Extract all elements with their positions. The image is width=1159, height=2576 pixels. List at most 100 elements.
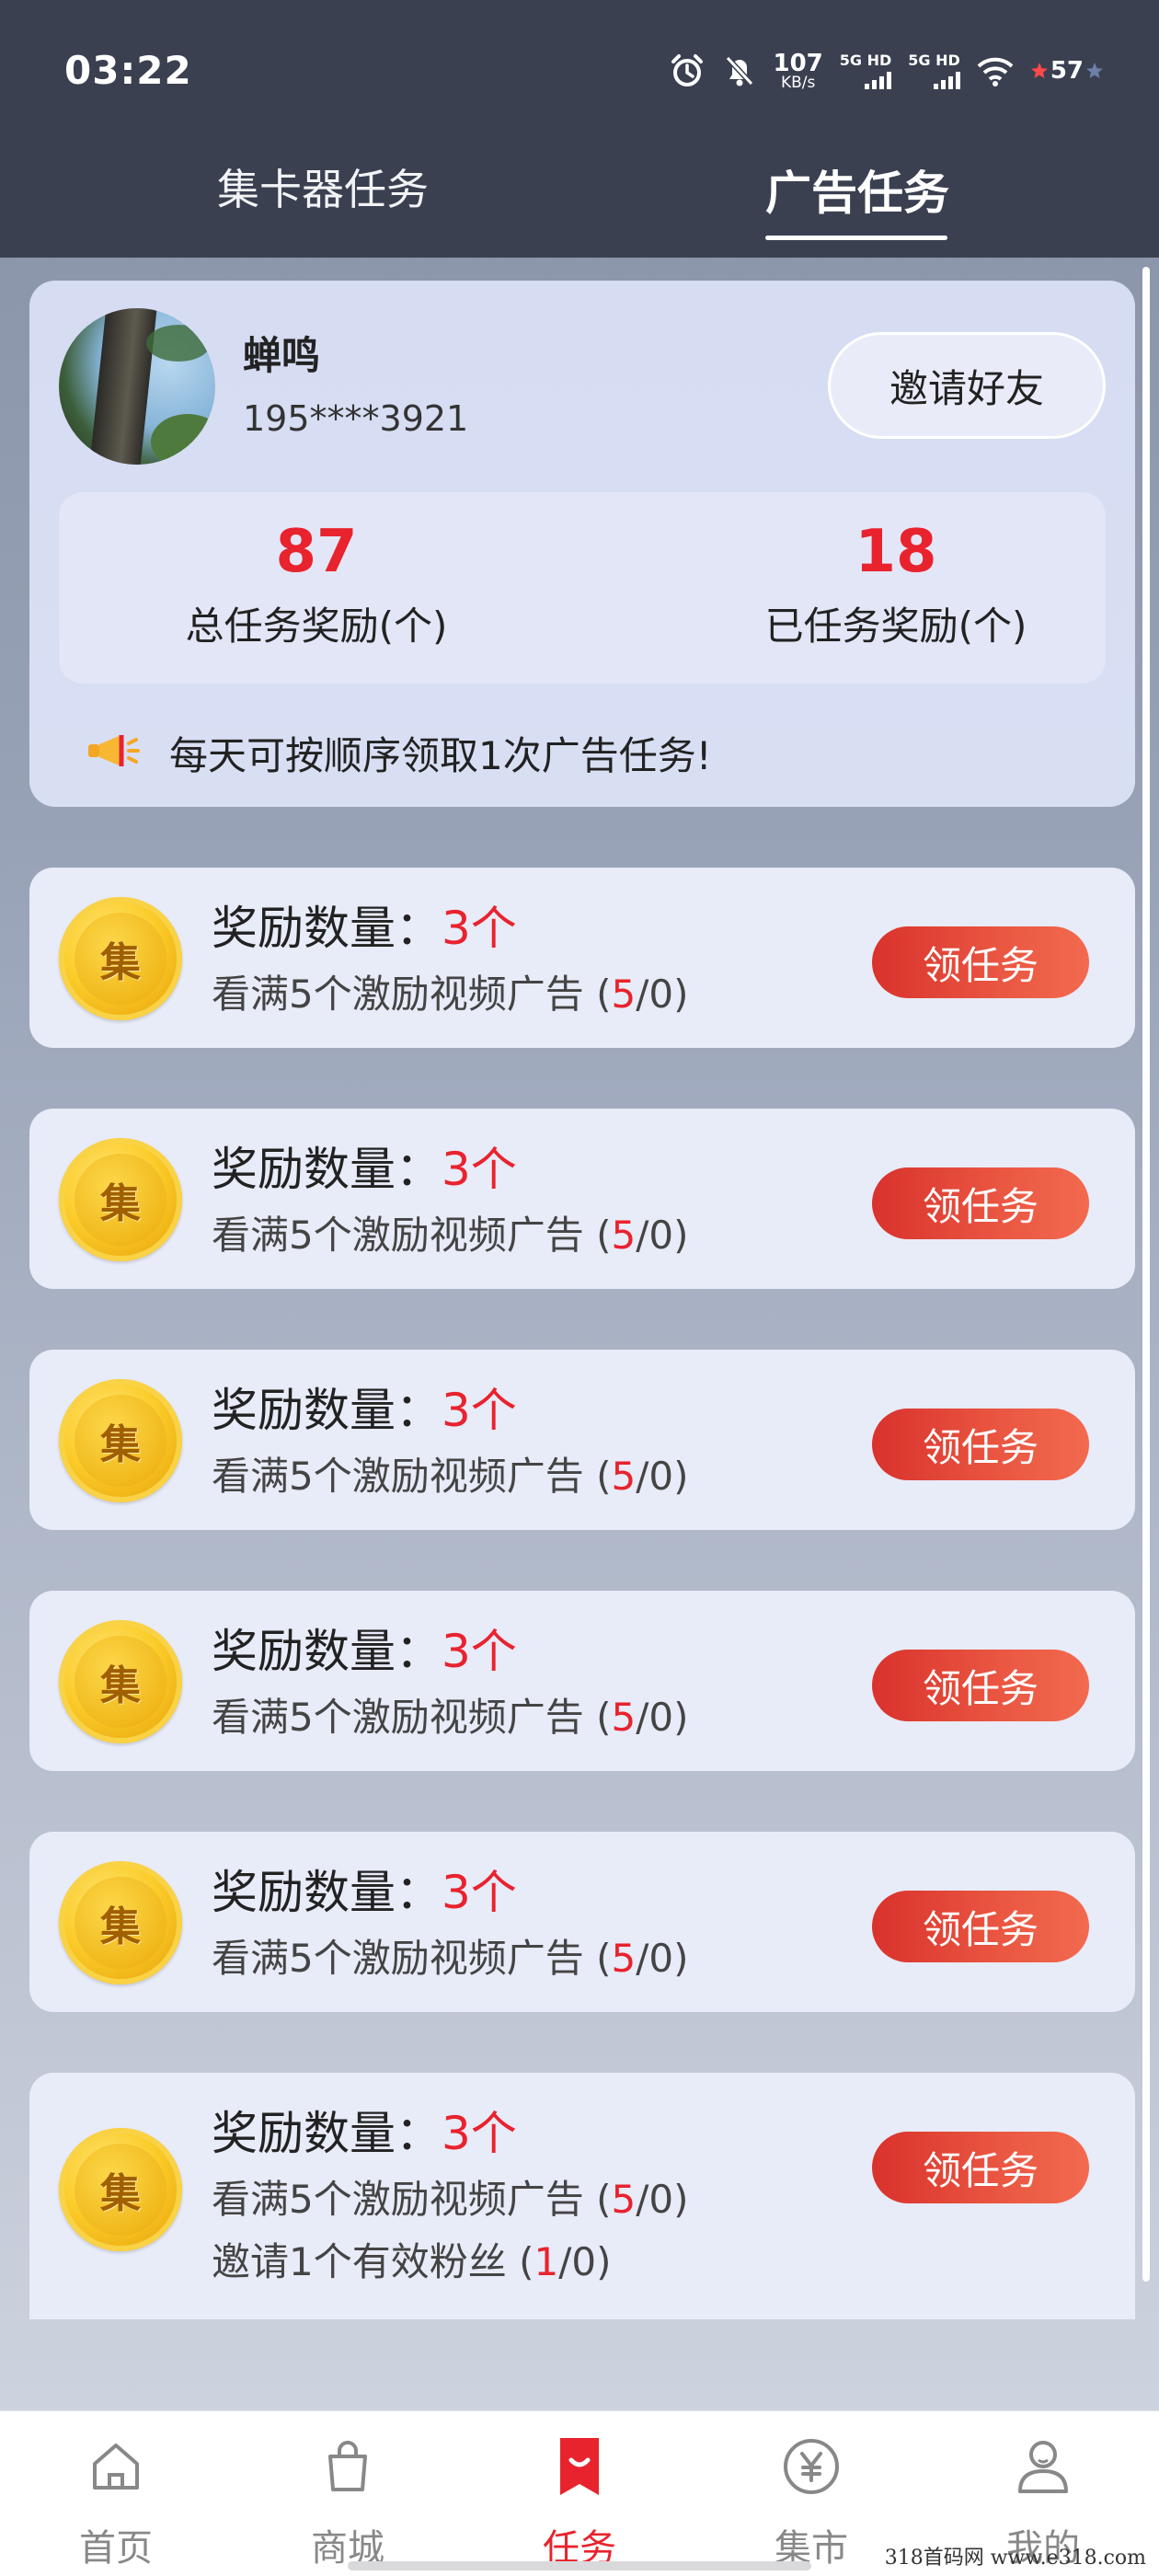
task-requirement: 看满5个激励视频广告 (5/0) (212, 2168, 688, 2225)
task-reward-amount: 3个 (442, 902, 517, 955)
task-requirement-prefix: 看满5个激励视频广告 ( (212, 1454, 612, 1499)
claim-task-button[interactable]: 领任务 (872, 1650, 1089, 1721)
shopping-bag-icon (274, 2430, 421, 2503)
home-indicator[interactable] (348, 2561, 811, 2570)
task-progress-count: 5 (611, 1936, 637, 1981)
scrollbar[interactable] (1142, 267, 1150, 2282)
home-icon (42, 2430, 189, 2503)
task-bookmark-icon (506, 2430, 653, 2503)
task-reward-prefix: 奖励数量： (212, 1143, 442, 1196)
status-time: 03:22 (64, 48, 192, 93)
coin-character: 集 (75, 1636, 166, 1728)
claim-task-button[interactable]: 领任务 (872, 2132, 1089, 2203)
user-phone: 195****3921 (243, 398, 469, 439)
task-card: 集奖励数量：3个 看满5个激励视频广告 (5/0) 领任务 (29, 1350, 1135, 1530)
task-requirement-2-suffix: /0) (558, 2239, 612, 2284)
coin-character: 集 (75, 913, 166, 1005)
task-reward-title: 奖励数量：3个 (212, 1856, 517, 1922)
net-speed: 107 KB/s (774, 52, 823, 91)
alarm-icon (669, 52, 706, 89)
nav-mall[interactable]: 商城 (274, 2430, 421, 2576)
task-reward-amount: 3个 (442, 1625, 517, 1678)
yen-coin-icon (738, 2430, 885, 2503)
done-reward-value: 18 (855, 518, 937, 586)
task-reward-prefix: 奖励数量： (212, 1866, 442, 1919)
task-requirement-2: 邀请1个有效粉丝 (1/0) (212, 2231, 611, 2287)
task-requirement: 看满5个激励视频广告 (5/0) (212, 1686, 688, 1742)
avatar[interactable] (59, 308, 215, 465)
done-reward-label: 已任务奖励(个) (764, 604, 1027, 650)
task-card: 集奖励数量：3个 看满5个激励视频广告 (5/0) 领任务 (29, 868, 1135, 1048)
mute-bell-icon (722, 52, 757, 89)
task-progress-suffix: /0) (636, 972, 689, 1017)
task-reward-amount: 3个 (442, 1143, 517, 1196)
task-reward-prefix: 奖励数量： (212, 1625, 442, 1678)
avatar-tree-trunk (87, 308, 158, 465)
task-reward-amount: 3个 (442, 1866, 517, 1919)
task-requirement-prefix: 看满5个激励视频广告 ( (212, 2177, 612, 2222)
tab-ad-tasks[interactable]: 广告任务 (765, 156, 949, 223)
total-reward-stat: 87 总任务奖励(个) (123, 520, 510, 651)
task-progress-suffix: /0) (636, 1936, 689, 1981)
task-requirement-prefix: 看满5个激励视频广告 ( (212, 1213, 612, 1258)
task-reward-prefix: 奖励数量： (212, 1384, 442, 1437)
collect-coin-icon: 集 (59, 2128, 182, 2251)
task-reward-prefix: 奖励数量： (212, 2107, 442, 2160)
status-icons: 107 KB/s 5G HD 5G HD 57 (669, 48, 1105, 94)
task-reward-title: 奖励数量：3个 (212, 1615, 517, 1681)
net-speed-value: 107 (773, 49, 823, 77)
user-icon (970, 2430, 1117, 2503)
task-requirement: 看满5个激励视频广告 (5/0) (212, 1927, 688, 1984)
task-requirement: 看满5个激励视频广告 (5/0) (212, 1445, 688, 1501)
wifi-icon (977, 55, 1014, 86)
tab-card-collector-tasks[interactable]: 集卡器任务 (217, 156, 429, 217)
nav-tasks[interactable]: 任务 (506, 2430, 653, 2576)
user-nickname: 蝉鸣 (243, 333, 321, 378)
notice-text: 每天可按顺序领取1次广告任务! (169, 732, 712, 778)
task-card: 集奖励数量：3个看满5个激励视频广告 (5/0) 领任务 (29, 1109, 1135, 1289)
collect-coin-icon: 集 (59, 897, 182, 1020)
nav-home[interactable]: 首页 (42, 2430, 189, 2576)
task-reward-prefix: 奖励数量： (212, 902, 442, 955)
claim-task-button[interactable]: 领任务 (872, 1409, 1089, 1480)
signal-bars-icon (865, 71, 892, 89)
task-progress-suffix: /0) (636, 2177, 689, 2222)
signal-bars-icon (933, 71, 960, 89)
task-progress-suffix: /0) (636, 1213, 689, 1258)
nav-market[interactable]: 集市 (738, 2430, 885, 2576)
claim-task-button[interactable]: 领任务 (872, 1891, 1089, 1962)
task-requirement: 看满5个激励视频广告 (5/0) (212, 1204, 688, 1260)
coin-character: 集 (75, 1154, 166, 1246)
battery-indicator: 57 (1030, 57, 1104, 85)
active-tab-indicator (765, 236, 947, 240)
task-requirement-prefix: 看满5个激励视频广告 ( (212, 1936, 612, 1981)
task-progress-count: 5 (611, 972, 637, 1017)
megaphone-icon (85, 730, 143, 775)
task-progress-count: 5 (611, 1213, 637, 1258)
battery-level: 57 (1050, 57, 1084, 85)
invite-friends-button[interactable]: 邀请好友 (828, 332, 1106, 439)
coin-character: 集 (75, 1877, 166, 1969)
task-progress-count: 5 (611, 2177, 637, 2222)
task-progress-count: 5 (611, 1454, 637, 1499)
coin-character: 集 (75, 1395, 166, 1487)
collect-coin-icon: 集 (59, 1138, 182, 1261)
task-tabs: 集卡器任务 广告任务 (0, 147, 1159, 248)
claim-task-button[interactable]: 领任务 (872, 926, 1089, 998)
task-requirement-2-prefix: 邀请1个有效粉丝 ( (212, 2239, 534, 2284)
signal-2: 5G HD (908, 52, 960, 89)
done-reward-stat: 18 已任务奖励(个) (703, 520, 1089, 651)
notice-bar: 每天可按顺序领取1次广告任务! (85, 720, 712, 785)
collect-coin-icon: 集 (59, 1379, 182, 1502)
signal-1: 5G HD (839, 51, 892, 89)
reward-stats: 87 总任务奖励(个) 18 已任务奖励(个) (59, 492, 1106, 684)
task-card: 集奖励数量：3个 看满5个激励视频广告 (5/0) 邀请1个有效粉丝 (1/0) 领任… (29, 2073, 1135, 2319)
collect-coin-icon: 集 (59, 1861, 182, 1984)
task-reward-title: 奖励数量：3个 (212, 891, 517, 958)
task-progress-suffix: /0) (636, 1695, 689, 1740)
task-card: 集奖励数量：3个 看满5个激励视频广告 (5/0) 领任务 (29, 1832, 1135, 2012)
claim-task-button[interactable]: 领任务 (872, 1167, 1089, 1239)
watermark: 318首码网 www.e318.com (884, 2547, 1146, 2570)
signal-1-label: 5G HD (839, 51, 892, 69)
blue-star-icon (1086, 63, 1103, 78)
